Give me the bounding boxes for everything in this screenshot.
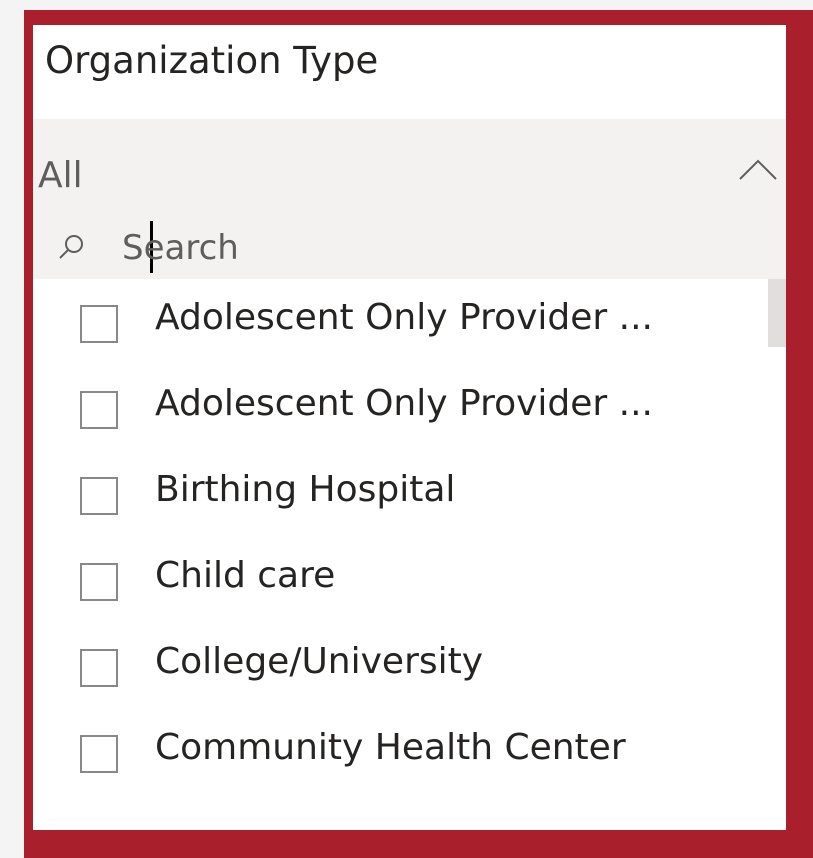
scrollbar-thumb[interactable]	[768, 279, 786, 347]
organization-type-slicer: Organization Type All Adolescent Only Pr…	[33, 25, 786, 830]
checkbox[interactable]	[80, 649, 118, 687]
list-item-label: Child care	[155, 555, 336, 596]
list-item[interactable]: Birthing Hospital	[33, 451, 786, 537]
list-item-label: Community Health Center	[155, 727, 626, 768]
slicer-dropdown[interactable]: All	[33, 119, 786, 219]
list-item-label: Adolescent Only Provider ...	[155, 383, 653, 424]
list-item[interactable]: Child care	[33, 537, 786, 623]
slicer-title: Organization Type	[45, 39, 379, 82]
list-item[interactable]: Adolescent Only Provider ...	[33, 279, 786, 365]
list-item-label: Adolescent Only Provider ...	[155, 297, 653, 338]
search-input[interactable]	[113, 225, 762, 271]
vertical-scrollbar[interactable]	[768, 279, 786, 830]
dropdown-selected-value: All	[38, 155, 83, 196]
checkbox[interactable]	[80, 735, 118, 773]
search-icon	[59, 235, 83, 259]
checkbox[interactable]	[80, 477, 118, 515]
chevron-up-icon[interactable]	[738, 157, 778, 181]
list-item[interactable]: Adolescent Only Provider ...	[33, 365, 786, 451]
checkbox[interactable]	[80, 391, 118, 429]
search-bar[interactable]	[33, 219, 786, 279]
list-item-label: Birthing Hospital	[155, 469, 456, 510]
slicer-item-list: Adolescent Only Provider ... Adolescent …	[33, 279, 786, 830]
list-item-label: College/University	[155, 641, 484, 682]
checkbox[interactable]	[80, 305, 118, 343]
list-item[interactable]: Community Health Center	[33, 709, 786, 795]
checkbox[interactable]	[80, 563, 118, 601]
list-item[interactable]: College/University	[33, 623, 786, 709]
